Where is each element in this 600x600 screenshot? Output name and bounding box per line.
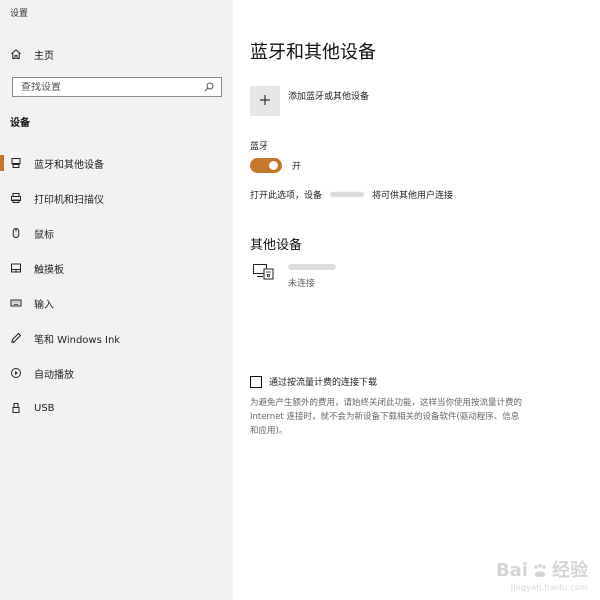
settings-window: 设置 主页 设备 <box>0 0 600 600</box>
touchpad-icon <box>10 261 28 275</box>
discoverable-prefix: 打开此选项，设备 <box>250 191 323 201</box>
sidebar-item-label: 触摸板 <box>34 264 64 276</box>
sidebar-item-printers[interactable]: 打印机和扫描仪 <box>0 186 233 210</box>
sidebar-item-autoplay[interactable]: 自动播放 <box>0 361 233 385</box>
sidebar: 设置 主页 设备 <box>0 0 233 600</box>
sidebar-nav: 蓝牙和其他设备 打印机和扫描仪 鼠标 触摸板 输入 笔和 Windows Ink… <box>0 151 233 431</box>
bluetooth-label: 蓝牙 <box>250 142 269 152</box>
metered-download-option[interactable]: 通过按流量计费的连接下载 <box>250 375 377 388</box>
add-device-label[interactable]: 添加蓝牙或其他设备 <box>288 89 369 102</box>
sidebar-item-bluetooth[interactable]: 蓝牙和其他设备 <box>0 151 233 175</box>
home-label: 主页 <box>34 50 54 62</box>
printer-icon <box>10 191 28 205</box>
metered-checkbox[interactable] <box>250 375 262 388</box>
autoplay-icon <box>10 366 28 380</box>
redacted-device-name-label <box>288 264 336 270</box>
add-device-row[interactable]: 添加蓝牙或其他设备 <box>250 86 369 116</box>
discoverable-text: 打开此选项，设备 将可供其他用户连接 <box>250 188 453 201</box>
bluetooth-toggle[interactable] <box>250 158 282 173</box>
device-texts: 未连接 <box>288 262 336 289</box>
sidebar-item-typing[interactable]: 输入 <box>0 291 233 315</box>
home-nav-item[interactable]: 主页 <box>10 46 54 62</box>
other-devices-heading: 其他设备 <box>250 238 303 253</box>
sidebar-item-pen[interactable]: 笔和 Windows Ink <box>0 326 233 350</box>
sidebar-item-label: 打印机和扫描仪 <box>34 194 104 206</box>
search-input[interactable] <box>21 81 191 93</box>
sidebar-item-touchpad[interactable]: 触摸板 <box>0 256 233 280</box>
sidebar-item-mouse[interactable]: 鼠标 <box>0 221 233 245</box>
sidebar-item-usb[interactable]: USB <box>0 396 233 420</box>
mouse-icon <box>10 226 28 240</box>
redacted-device-name <box>330 192 365 197</box>
section-heading: 设备 <box>10 118 30 129</box>
toggle-knob <box>269 161 278 170</box>
usb-icon <box>10 401 28 415</box>
home-icon <box>10 46 28 62</box>
sidebar-item-label: 输入 <box>34 299 54 311</box>
device-item[interactable]: 未连接 <box>250 262 336 289</box>
search-icon[interactable] <box>203 81 215 93</box>
sidebar-item-label: 鼠标 <box>34 229 54 241</box>
page-title: 蓝牙和其他设备 <box>250 42 376 63</box>
plus-icon <box>259 94 271 109</box>
add-device-button[interactable] <box>250 86 280 116</box>
sidebar-item-label: 自动播放 <box>34 369 74 381</box>
sidebar-item-label: USB <box>34 402 55 414</box>
metered-description: 为避免产生额外的费用，请始终关闭此功能，这样当你使用按流量计费的 Interne… <box>250 398 523 436</box>
sidebar-item-label: 笔和 Windows Ink <box>34 334 121 346</box>
app-title: 设置 <box>10 9 29 19</box>
discoverable-suffix: 将可供其他用户连接 <box>372 191 454 201</box>
bluetooth-state-label: 开 <box>292 162 302 172</box>
device-status: 未连接 <box>288 279 316 289</box>
sidebar-item-label: 蓝牙和其他设备 <box>34 159 104 171</box>
device-icon <box>250 262 278 282</box>
search-box[interactable] <box>12 77 222 97</box>
bluetooth-device-icon <box>10 156 28 170</box>
bluetooth-toggle-row: 开 <box>250 158 301 173</box>
main-content: 蓝牙和其他设备 添加蓝牙或其他设备 蓝牙 开 打开此选项，设备 将可供其他用户连… <box>233 0 600 600</box>
keyboard-icon <box>10 296 28 310</box>
pen-icon <box>10 331 28 345</box>
metered-label[interactable]: 通过按流量计费的连接下载 <box>269 375 377 388</box>
